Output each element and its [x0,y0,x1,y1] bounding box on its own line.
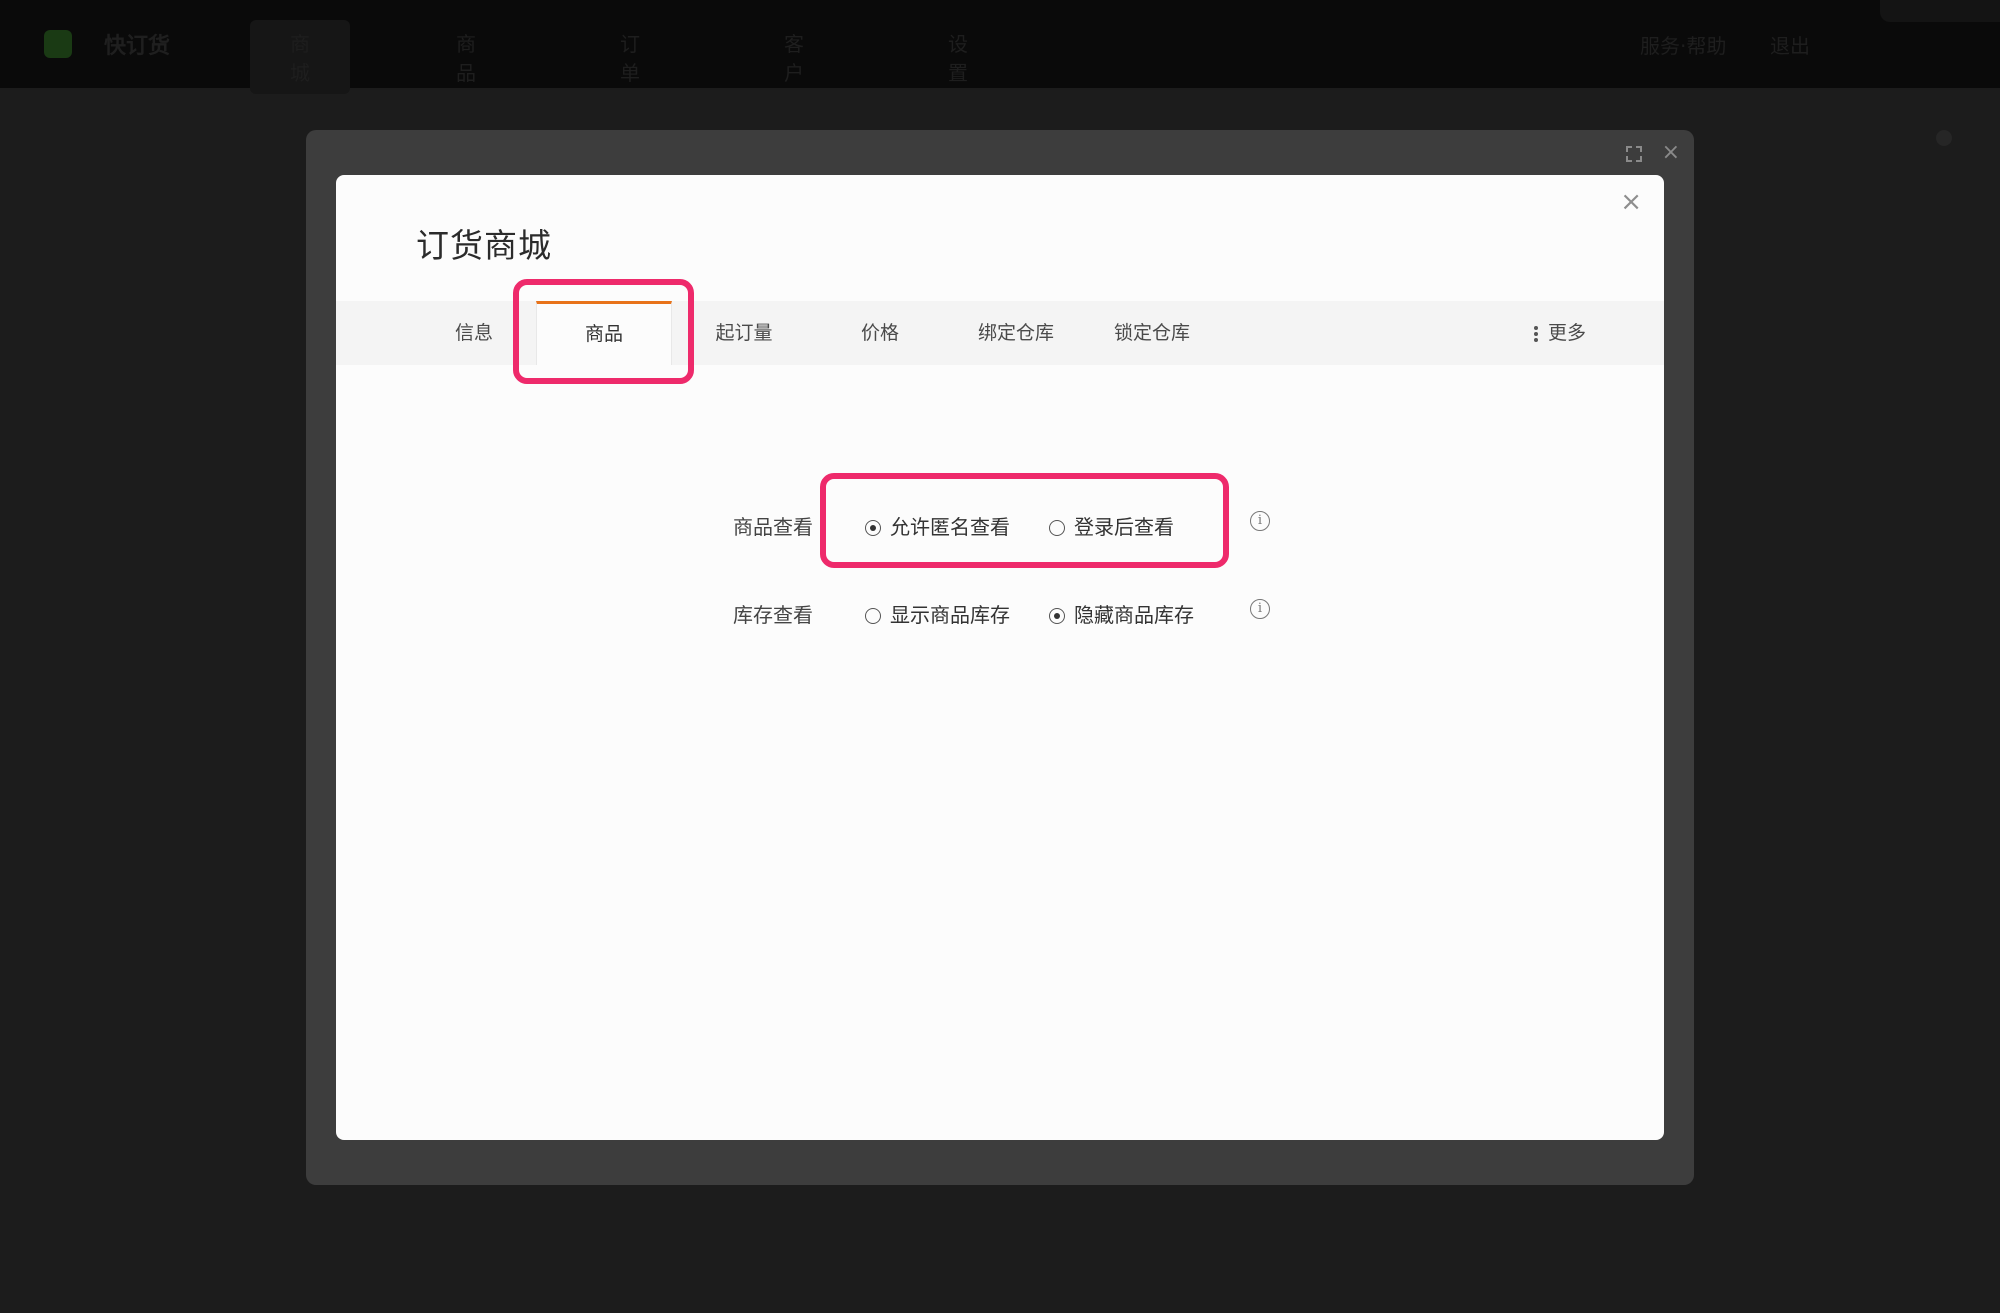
radio-unchecked-icon [865,608,881,624]
radio-show-stock[interactable]: 显示商品库存 [865,599,1010,628]
nav-item-customers[interactable]: 客户 [784,28,804,86]
radio-label: 显示商品库存 [890,603,1010,627]
tab-products[interactable]: 商品 [536,301,672,365]
close-icon[interactable]: × [1620,187,1642,217]
radio-checked-icon [865,520,881,536]
more-label: 更多 [1547,322,1586,344]
app-logo [44,30,72,58]
nav-item-settings[interactable]: 设置 [948,28,968,86]
nav-item-orders[interactable]: 订单 [620,28,640,86]
app-brand: 快订货 [104,34,171,59]
product-view-label: 商品查看 [733,515,813,539]
help-link[interactable]: 服务·帮助 [1640,30,1726,59]
nav-item-products[interactable]: 商品 [456,28,476,86]
nav-item-mall[interactable]: 商城 [250,20,350,94]
app-topbar: 快订货 商城 商品 订单 客户 设置 服务·帮助 退出 [0,0,2000,94]
window-controls[interactable] [1880,0,2000,22]
radio-label: 隐藏商品库存 [1074,603,1194,627]
dialog-title: 订货商城 [416,226,552,265]
tab-price[interactable]: 价格 [832,301,928,365]
more-icon [1533,324,1538,344]
maximize-icon[interactable] [1626,146,1642,162]
tab-bar: 信息 商品 起订量 价格 绑定仓库 锁定仓库 更多 [336,301,1664,365]
tab-bind-warehouse[interactable]: 绑定仓库 [958,301,1074,365]
mall-settings-dialog: 订货商城 × 信息 商品 起订量 价格 绑定仓库 锁定仓库 更多 商品查看 允许… [336,175,1664,1140]
radio-label: 登录后查看 [1074,515,1174,539]
info-icon[interactable]: i [1250,599,1270,619]
radio-hide-stock[interactable]: 隐藏商品库存 [1049,599,1194,628]
product-view-row: 商品查看 允许匿名查看 登录后查看 i [336,505,1664,545]
logout-link[interactable]: 退出 [1770,30,1810,59]
stock-view-row: 库存查看 显示商品库存 隐藏商品库存 i [336,593,1664,633]
radio-login-required[interactable]: 登录后查看 [1049,511,1174,540]
radio-label: 允许匿名查看 [890,515,1010,539]
more-menu[interactable]: 更多 [1533,301,1586,365]
tab-min-order[interactable]: 起订量 [696,301,792,365]
radio-checked-icon [1049,608,1065,624]
tab-lock-warehouse[interactable]: 锁定仓库 [1094,301,1210,365]
radio-allow-anonymous[interactable]: 允许匿名查看 [865,511,1010,540]
layer-close-icon[interactable]: × [1662,142,1680,164]
tab-info[interactable]: 信息 [426,301,522,365]
radio-unchecked-icon [1049,520,1065,536]
stock-view-label: 库存查看 [733,603,813,627]
background-icon [1936,130,1952,146]
info-icon[interactable]: i [1250,511,1270,531]
